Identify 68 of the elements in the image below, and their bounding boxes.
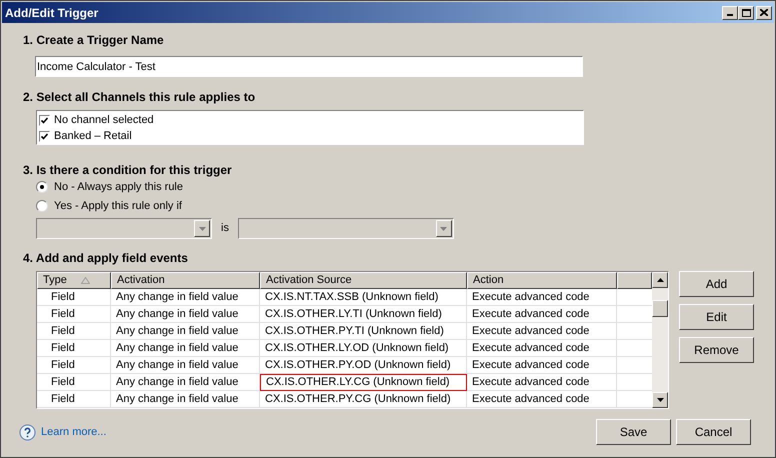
scroll-up-button[interactable] (652, 272, 668, 288)
column-header[interactable]: Activation (111, 272, 260, 289)
dialog-button[interactable]: Remove (679, 337, 754, 363)
table-cell: Field (37, 374, 111, 391)
table-cell: CX.IS.NT.TAX.SSB (Unknown field) (260, 289, 467, 306)
channel-label: Banked – Retail (54, 128, 132, 144)
down-arrow-icon (440, 226, 448, 230)
section-heading: 2. Select all Channels this rule applies to (23, 89, 256, 104)
table-cell: Execute advanced code (467, 357, 617, 374)
dialog-button[interactable]: Cancel (676, 419, 751, 445)
close-button[interactable] (756, 6, 772, 20)
table-cell: Any change in field value (111, 391, 260, 408)
table-cell: CX.IS.OTHER.LY.CG (Unknown field) (260, 374, 467, 391)
table-cell: Any change in field value (111, 357, 260, 374)
table-cell: Field (37, 306, 111, 323)
window-title: Add/Edit Trigger (5, 4, 100, 22)
section-heading: 1. Create a Trigger Name (23, 32, 165, 47)
radio-button[interactable] (36, 200, 48, 212)
table-cell: Any change in field value (111, 374, 260, 391)
section-heading: 3. Is there a condition for this trigger (23, 162, 233, 177)
table-cell: Field (37, 340, 111, 357)
trigger-name-field[interactable]: Income Calculator - Test (35, 56, 583, 77)
down-arrow-icon (198, 226, 206, 230)
checkmark-icon (41, 116, 48, 124)
table-cell: Any change in field value (111, 323, 260, 340)
table-cell: CX.IS.OTHER.PY.CG (Unknown field) (260, 391, 467, 408)
table-cell: Any change in field value (111, 340, 260, 357)
dropdown[interactable] (238, 218, 454, 239)
table-cell: Execute advanced code (467, 391, 617, 408)
radio-label: No - Always apply this rule (54, 180, 183, 195)
column-header[interactable]: Type (37, 272, 111, 289)
table-cell: Field (37, 289, 111, 306)
table-cell: Execute advanced code (467, 306, 617, 323)
table-cell: Any change in field value (111, 306, 260, 323)
table-cell: Field (37, 323, 111, 340)
table-cell: CX.IS.OTHER.PY.TI (Unknown field) (260, 323, 467, 340)
table-cell: CX.IS.OTHER.LY.TI (Unknown field) (260, 306, 467, 323)
radio-label: Yes - Apply this rule only if (54, 198, 182, 214)
dialog-button[interactable]: Add (679, 271, 754, 297)
column-header[interactable]: Activation Source (260, 272, 467, 289)
dialog-button[interactable]: Edit (679, 304, 754, 330)
table-cell: Field (37, 357, 111, 374)
dropdown[interactable] (36, 218, 212, 239)
table-cell: Execute advanced code (467, 340, 617, 357)
scroll-down-button[interactable] (652, 392, 668, 408)
scrollbar[interactable] (652, 272, 668, 408)
help-icon (19, 424, 36, 440)
table-cell: Field (37, 391, 111, 408)
table-cell: Execute advanced code (467, 289, 617, 306)
learn-more-link[interactable]: Learn more... (41, 424, 596, 440)
table-cell: CX.IS.OTHER.PY.OD (Unknown field) (260, 357, 467, 374)
table-cell: Any change in field value (111, 289, 260, 306)
column-header[interactable]: Action (467, 272, 617, 289)
radio-button[interactable] (36, 181, 48, 193)
checkmark-icon (41, 132, 48, 140)
close-icon (760, 9, 768, 16)
table-cell: CX.IS.OTHER.LY.OD (Unknown field) (260, 340, 467, 357)
down-arrow-icon (656, 398, 664, 402)
channel-label: No channel selected (54, 112, 154, 128)
minimize-button[interactable] (722, 6, 738, 20)
is-label: is (221, 221, 229, 236)
maximize-button[interactable] (738, 6, 754, 20)
scroll-thumb[interactable] (652, 300, 668, 316)
dialog-button[interactable]: Save (596, 419, 671, 445)
up-arrow-icon (656, 278, 664, 282)
table-cell: Execute advanced code (467, 374, 617, 391)
section-heading: 4. Add and apply field events (23, 250, 189, 265)
table-cell: Execute advanced code (467, 323, 617, 340)
